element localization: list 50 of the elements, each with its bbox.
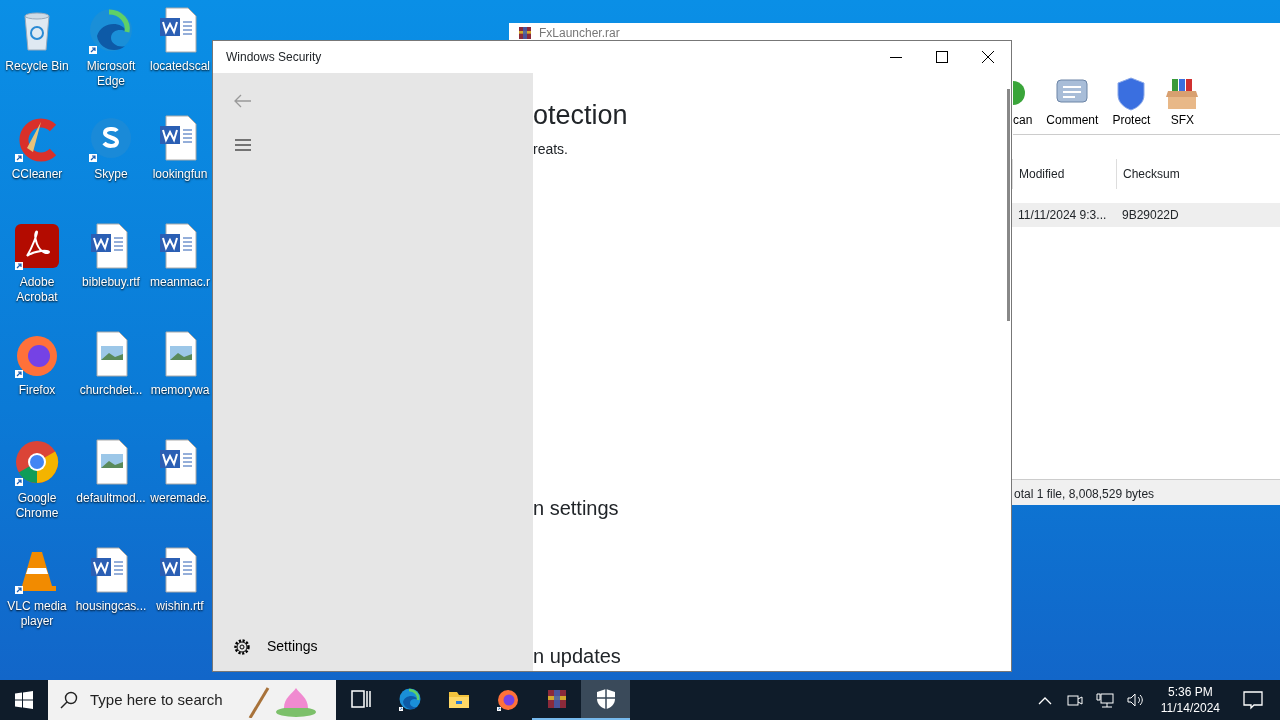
file-row[interactable]: 11/11/2024 9:3... 9B29022D xyxy=(1012,203,1280,227)
edge-browser-icon xyxy=(87,6,135,54)
search-field[interactable]: Type here to search xyxy=(88,687,238,713)
desktop-shortcut[interactable]: Adobe Acrobat xyxy=(0,222,74,330)
desktop-shortcut[interactable]: memorywa xyxy=(148,330,212,438)
toolbar-button[interactable]: SFX xyxy=(1164,75,1201,134)
minimize-icon xyxy=(890,56,902,58)
menu-icon xyxy=(234,139,252,151)
notification-button[interactable] xyxy=(1240,688,1266,712)
desktop-shortcut[interactable]: Google Chrome xyxy=(0,438,74,546)
window-title: FxLauncher.rar xyxy=(539,24,620,42)
page-description: reats. xyxy=(533,140,569,159)
page-heading: otection xyxy=(533,99,629,132)
desktop-shortcut[interactable]: Microsoft Edge xyxy=(74,6,148,114)
desktop-shortcut[interactable]: Recycle Bin xyxy=(0,6,74,114)
search-box[interactable]: Type here to search xyxy=(48,680,336,720)
back-arrow-icon xyxy=(234,94,252,108)
desktop-shortcut[interactable]: housingcas... xyxy=(74,546,148,654)
desktop-shortcut[interactable]: CCleaner xyxy=(0,114,74,222)
close-icon xyxy=(982,51,994,63)
scrollbar[interactable] xyxy=(1007,89,1010,321)
windows-logo-icon xyxy=(15,691,33,709)
desktop-shortcut[interactable]: biblebuy.rtf xyxy=(74,222,148,330)
toolbar-button[interactable]: can xyxy=(1013,75,1033,134)
clock[interactable]: 5:36 PM 11/14/2024 xyxy=(1152,684,1228,716)
desktop-shortcut[interactable]: Firefox xyxy=(0,330,74,438)
settings-icon xyxy=(233,637,251,656)
task-view-icon xyxy=(348,687,373,711)
document-reader-icon xyxy=(13,222,61,270)
toolbar-button[interactable]: Comment xyxy=(1046,75,1099,134)
search-icon xyxy=(60,691,78,709)
desktop-shortcut[interactable]: Skype xyxy=(74,114,148,222)
desktop-shortcut[interactable]: locatedscal xyxy=(148,6,212,114)
desktop-shortcut[interactable]: defaultmod... xyxy=(74,438,148,546)
desktop-shortcut[interactable]: weremade. xyxy=(148,438,212,546)
chrome-browser-icon xyxy=(13,438,61,486)
taskbar-app[interactable] xyxy=(581,680,630,720)
desktop-shortcut[interactable]: VLC media player xyxy=(0,546,74,654)
section-heading: n updates xyxy=(533,644,622,669)
column-header[interactable]: Checksum xyxy=(1116,159,1220,189)
desktop-shortcut[interactable]: lookingfun xyxy=(148,114,212,222)
desktop-shortcut[interactable]: meanmac.r xyxy=(148,222,212,330)
archive-books-icon xyxy=(517,24,533,41)
desktop-shortcut[interactable]: wishin.rtf xyxy=(148,546,212,654)
desktop-shortcut[interactable]: churchdet... xyxy=(74,330,148,438)
edge-browser-icon xyxy=(397,687,422,711)
nav-item[interactable]: Settings xyxy=(223,632,533,661)
toolbar-button[interactable]: Protect xyxy=(1112,75,1151,134)
maximize-icon xyxy=(936,51,948,63)
window-title: Windows Security xyxy=(226,49,323,66)
